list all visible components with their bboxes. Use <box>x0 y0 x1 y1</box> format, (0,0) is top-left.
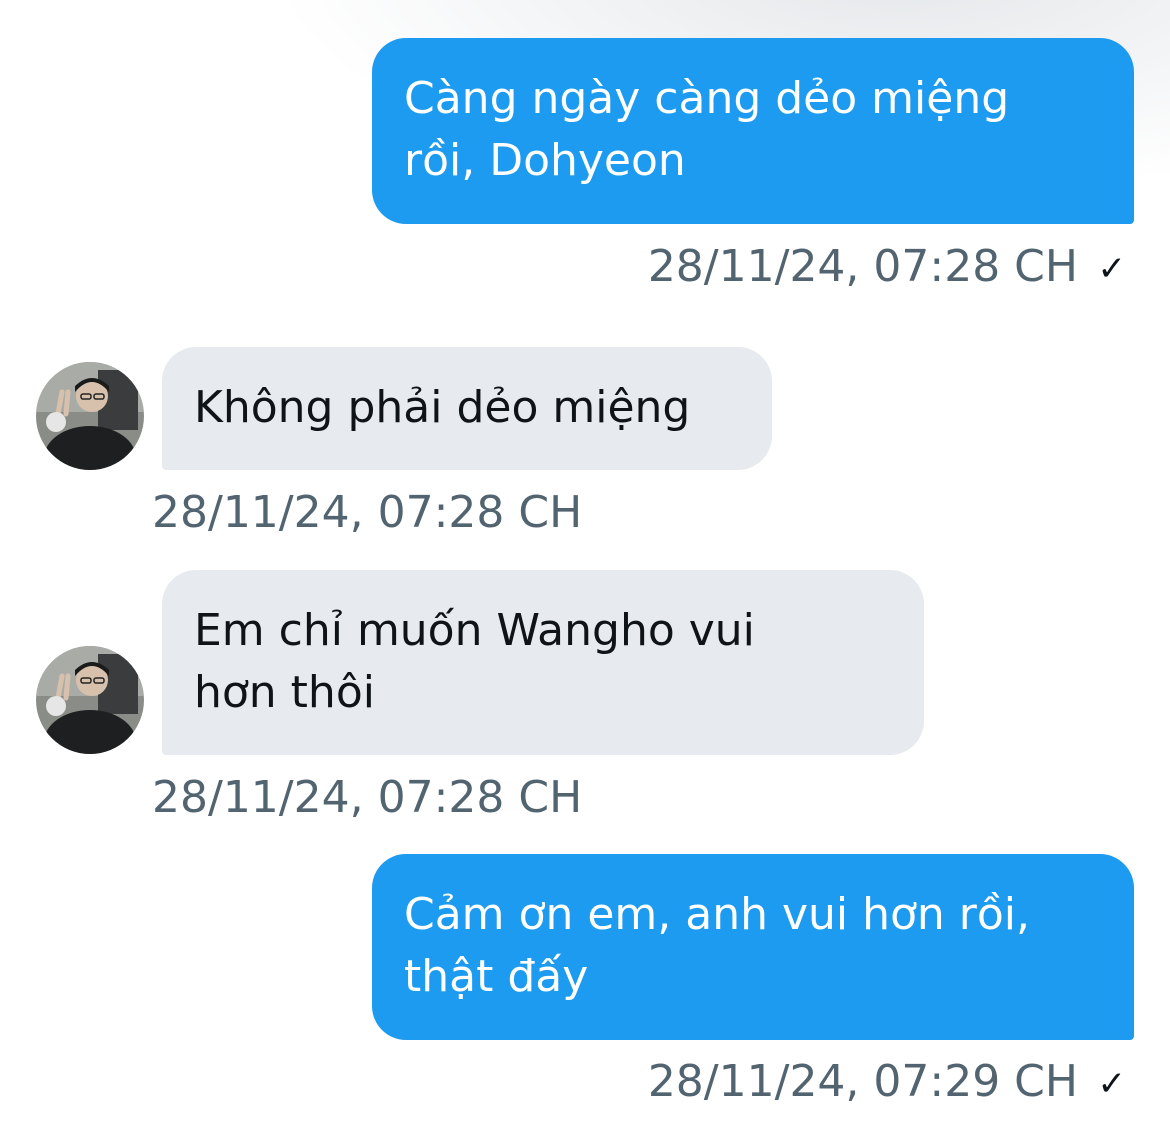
message-timestamp: 28/11/24, 07:29 CH <box>647 1056 1078 1107</box>
message-timestamp: 28/11/24, 07:28 CH <box>647 241 1078 292</box>
avatar[interactable] <box>36 646 144 754</box>
message-bubble-incoming[interactable]: Không phải dẻo miệng <box>162 347 772 470</box>
message-timestamp: 28/11/24, 07:28 CH <box>152 772 583 823</box>
avatar-photo-icon <box>36 362 144 470</box>
avatar-photo-icon <box>36 646 144 754</box>
checkmark-icon: ✓ <box>1097 1064 1127 1104</box>
message-bubble-incoming[interactable]: Em chỉ muốn Wangho vui hơn thôi <box>162 570 924 755</box>
message-bubble-outgoing[interactable]: Cảm ơn em, anh vui hơn rồi, thật đấy <box>372 854 1134 1040</box>
message-timestamp: 28/11/24, 07:28 CH <box>152 487 583 538</box>
message-bubble-outgoing[interactable]: Càng ngày càng dẻo miệng rồi, Dohyeon <box>372 38 1134 224</box>
checkmark-icon: ✓ <box>1097 249 1127 289</box>
avatar[interactable] <box>36 362 144 470</box>
